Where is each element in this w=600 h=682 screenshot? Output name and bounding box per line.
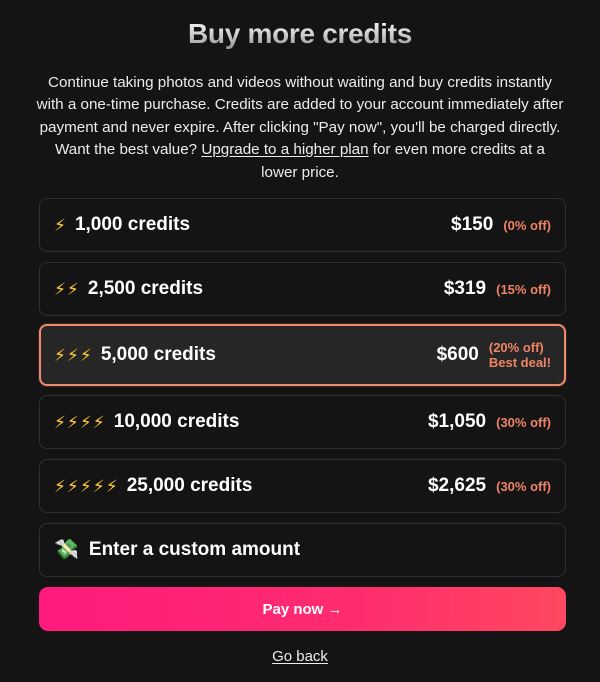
credit-option-10000[interactable]: ⚡⚡⚡⚡ 10,000 credits $1,050 (30% off)	[39, 395, 566, 449]
lightning-icon: ⚡	[54, 215, 67, 235]
page-title: Buy more credits	[0, 18, 600, 50]
option-label: 2,500 credits	[87, 278, 204, 299]
option-price: $1,050	[427, 411, 487, 432]
buy-credits-page: Buy more credits Continue taking photos …	[0, 0, 600, 682]
option-price: $150	[451, 214, 494, 235]
money-wings-icon: 💸	[54, 539, 79, 561]
lightning-icon: ⚡⚡⚡	[54, 345, 93, 365]
credit-option-1000[interactable]: ⚡ 1,000 credits $150 (0% off)	[39, 198, 566, 252]
lightning-icon: ⚡⚡⚡⚡⚡	[54, 476, 119, 496]
custom-amount-option[interactable]: 💸 Enter a custom amount	[39, 523, 566, 577]
option-discount: (0% off)	[503, 217, 551, 233]
go-back-link[interactable]: Go back	[272, 648, 328, 665]
go-back-container: Go back	[0, 648, 600, 666]
custom-amount-label: Enter a custom amount	[88, 539, 301, 560]
option-discount: (30% off)	[496, 478, 551, 494]
lightning-icon: ⚡⚡	[54, 279, 80, 299]
option-label: 25,000 credits	[126, 475, 253, 496]
option-price: $600	[436, 344, 479, 365]
option-discount: (20% off) Best deal!	[489, 340, 551, 370]
option-price: $2,625	[427, 475, 487, 496]
pay-now-button[interactable]: Pay now →	[39, 587, 566, 631]
option-discount-value: (20% off)	[488, 340, 544, 355]
option-label: 10,000 credits	[113, 411, 240, 432]
upgrade-plan-link[interactable]: Upgrade to a higher plan	[201, 141, 368, 158]
description: Continue taking photos and videos withou…	[36, 72, 564, 184]
lightning-icon: ⚡⚡⚡⚡	[54, 412, 106, 432]
best-deal-badge: Best deal!	[488, 355, 551, 370]
option-label: 5,000 credits	[100, 344, 216, 365]
credit-option-25000[interactable]: ⚡⚡⚡⚡⚡ 25,000 credits $2,625 (30% off)	[39, 459, 566, 513]
option-discount: (15% off)	[496, 281, 551, 297]
credit-option-2500[interactable]: ⚡⚡ 2,500 credits $319 (15% off)	[39, 262, 566, 316]
option-discount: (30% off)	[496, 414, 551, 430]
option-label: 1,000 credits	[74, 214, 191, 235]
credit-option-5000[interactable]: ⚡⚡⚡ 5,000 credits $600 (20% off) Best de…	[39, 324, 566, 386]
option-price: $319	[443, 278, 487, 299]
